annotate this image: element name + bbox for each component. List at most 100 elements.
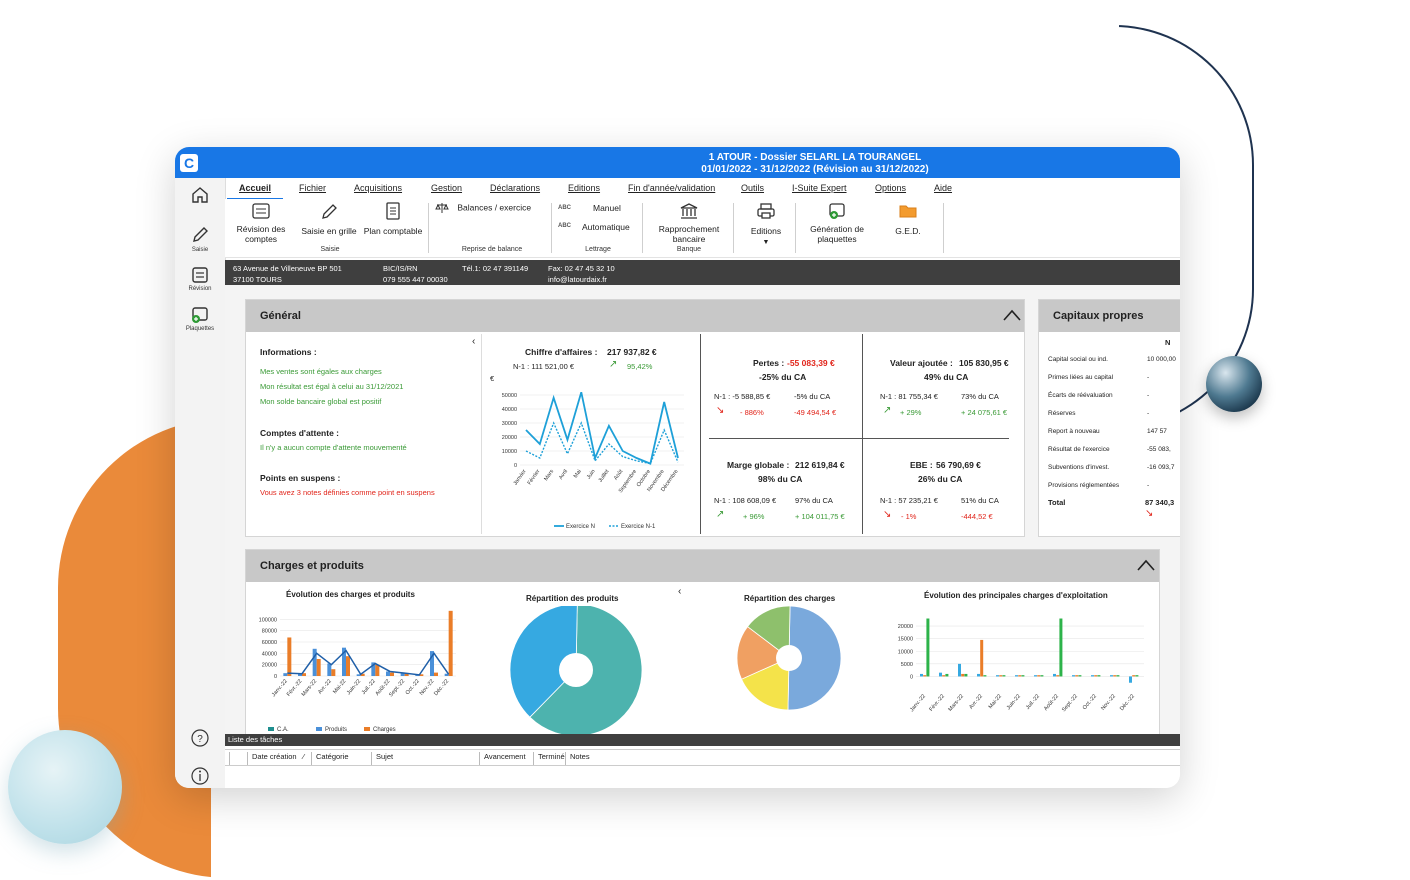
menu-gestion[interactable]: Gestion bbox=[431, 183, 462, 193]
va-n1: N-1 : 81 755,34 € bbox=[880, 392, 938, 401]
left-sidebar: Saisie Révision Plaquettes ? bbox=[175, 178, 226, 788]
x-tick-label: Avril bbox=[558, 469, 569, 481]
y-tick-label: 40000 bbox=[262, 651, 277, 657]
help-button[interactable]: ? bbox=[175, 728, 225, 750]
menu-aide[interactable]: Aide bbox=[934, 183, 952, 193]
rapprochement-label: Rapprochement bancaire bbox=[658, 224, 720, 244]
va-value: 105 830,95 € bbox=[959, 358, 1009, 368]
task-col-date[interactable]: Date création bbox=[247, 752, 307, 765]
charges-pie-chart bbox=[736, 606, 842, 711]
abc-icon: ABC bbox=[558, 205, 571, 211]
task-col-termine[interactable]: Terminé bbox=[533, 752, 565, 765]
group-saisie-label: Saisie bbox=[320, 246, 340, 253]
menu-fichier[interactable]: Fichier bbox=[299, 183, 326, 193]
sort-icon[interactable]: ⁄ bbox=[303, 752, 304, 761]
bar bbox=[1135, 675, 1139, 677]
task-col-sujet[interactable]: Sujet bbox=[371, 752, 476, 765]
plan-comptable-button[interactable]: Plan comptable bbox=[361, 202, 425, 236]
x-tick-label: Déc.-22 bbox=[1119, 693, 1136, 712]
x-tick-label: Sept.-22 bbox=[388, 678, 406, 698]
menu-isuite[interactable]: I-Suite Expert bbox=[792, 183, 847, 193]
saisie-button[interactable]: Saisie bbox=[175, 225, 225, 253]
task-col-avancement[interactable]: Avancement bbox=[479, 752, 530, 765]
x-tick-label: Mai bbox=[573, 469, 583, 480]
menu-options[interactable]: Options bbox=[875, 183, 906, 193]
menu-fin-annee[interactable]: Fin d'année/validation bbox=[628, 183, 715, 193]
pertes-n1-pct: -5% du CA bbox=[794, 392, 831, 401]
legend-label: Exercice N bbox=[566, 524, 595, 530]
bar bbox=[1056, 675, 1060, 677]
group-lettrage-label: Lettrage bbox=[585, 246, 611, 253]
pertes-label: Pertes : bbox=[753, 358, 785, 368]
rapprochement-button[interactable]: Rapprochement bancaire bbox=[649, 202, 729, 244]
bar bbox=[939, 672, 942, 677]
y-tick-label: 0 bbox=[514, 463, 517, 469]
revision-comptes-button[interactable]: Révision des comptes bbox=[233, 202, 289, 244]
y-tick-label: 10000 bbox=[502, 449, 517, 455]
x-tick-label: Févr.-22 bbox=[928, 693, 946, 712]
bar bbox=[1072, 675, 1075, 677]
plaquettes-button[interactable]: Plaquettes bbox=[175, 306, 225, 332]
kpi-divider bbox=[700, 334, 701, 534]
task-col-notes[interactable]: Notes bbox=[565, 752, 630, 765]
arrow-up-icon: ↗ bbox=[609, 359, 618, 370]
informations-title: Informations : bbox=[260, 347, 317, 357]
balances-label: Balances / exercice bbox=[457, 202, 532, 213]
scroll-left-icon[interactable]: ‹ bbox=[472, 336, 475, 347]
saisie-grille-button[interactable]: Saisie en grille bbox=[298, 202, 360, 236]
attente-line: Il n'y a aucun compte d'attente mouvemen… bbox=[260, 443, 407, 452]
evol-chart-title: Évolution des charges et produits bbox=[286, 590, 415, 599]
printer-icon bbox=[757, 203, 775, 219]
bank-icon bbox=[680, 203, 698, 219]
bar-charges bbox=[316, 659, 321, 676]
bar-produits bbox=[312, 648, 317, 676]
general-panel-header[interactable]: Général bbox=[246, 300, 1024, 332]
manuel-button[interactable]: Manuel bbox=[593, 203, 621, 213]
revision-comptes-label: Révision des comptes bbox=[236, 224, 286, 244]
y-tick-label: 20000 bbox=[262, 663, 277, 669]
saisie-label: Saisie bbox=[191, 247, 209, 253]
general-title: Général bbox=[260, 310, 301, 322]
menu-acquisitions[interactable]: Acquisitions bbox=[354, 183, 402, 193]
editions-button[interactable]: Editions ▼ bbox=[741, 202, 791, 248]
menu-declarations[interactable]: Déclarations bbox=[490, 183, 540, 193]
marge-pct: 98% du CA bbox=[758, 474, 803, 484]
collapse-icon[interactable] bbox=[1002, 308, 1022, 322]
ribbon-separator bbox=[551, 203, 552, 253]
evol-bar-chart: 020000400006000080000100000Janv.-22Févr.… bbox=[259, 610, 456, 733]
collapse-icon[interactable] bbox=[1136, 558, 1156, 572]
menu-editions[interactable]: Editions bbox=[568, 183, 600, 193]
capitaux-row-label: Report à nouveau bbox=[1048, 428, 1100, 435]
app-logo[interactable]: C bbox=[180, 154, 198, 172]
bar bbox=[983, 675, 987, 677]
menu-accueil[interactable]: Accueil bbox=[239, 183, 271, 193]
capitaux-row-label: Écarts de réévaluation bbox=[1048, 392, 1113, 399]
info-button[interactable] bbox=[175, 766, 225, 788]
bar bbox=[1116, 675, 1120, 677]
kpi-divider bbox=[709, 438, 1009, 439]
bar bbox=[923, 675, 927, 677]
capitaux-panel-header[interactable]: Capitaux propres bbox=[1039, 300, 1180, 332]
charges-panel-header[interactable]: Charges et produits bbox=[246, 550, 1159, 582]
scroll-left-icon[interactable]: ‹ bbox=[678, 586, 681, 597]
ca-pct: 95,42% bbox=[627, 362, 653, 371]
ged-button[interactable]: G.E.D. bbox=[885, 202, 931, 236]
decorative-mask bbox=[1105, 24, 1119, 148]
revision-icon bbox=[192, 267, 208, 283]
automatique-button[interactable]: Automatique bbox=[582, 222, 630, 232]
kpi-divider bbox=[862, 334, 863, 534]
revision-button[interactable]: Révision bbox=[175, 266, 225, 292]
x-tick-label: Nov.-22 bbox=[1100, 693, 1117, 711]
ribbon: Révision des comptes Saisie en grille Pl… bbox=[225, 199, 1180, 258]
task-col-categorie[interactable]: Catégorie bbox=[311, 752, 371, 765]
task-col-select[interactable] bbox=[229, 752, 248, 765]
menu-outils[interactable]: Outils bbox=[741, 183, 764, 193]
generation-plaquettes-button[interactable]: Génération de plaquettes bbox=[802, 202, 872, 244]
balance-icon bbox=[435, 203, 449, 213]
ebe-var: - 1% bbox=[901, 512, 917, 521]
home-button[interactable] bbox=[175, 185, 225, 207]
balances-button[interactable]: Balances / exercice bbox=[435, 202, 545, 214]
bar bbox=[945, 673, 949, 677]
legend-label: Charges bbox=[373, 727, 396, 733]
bar bbox=[980, 639, 984, 677]
